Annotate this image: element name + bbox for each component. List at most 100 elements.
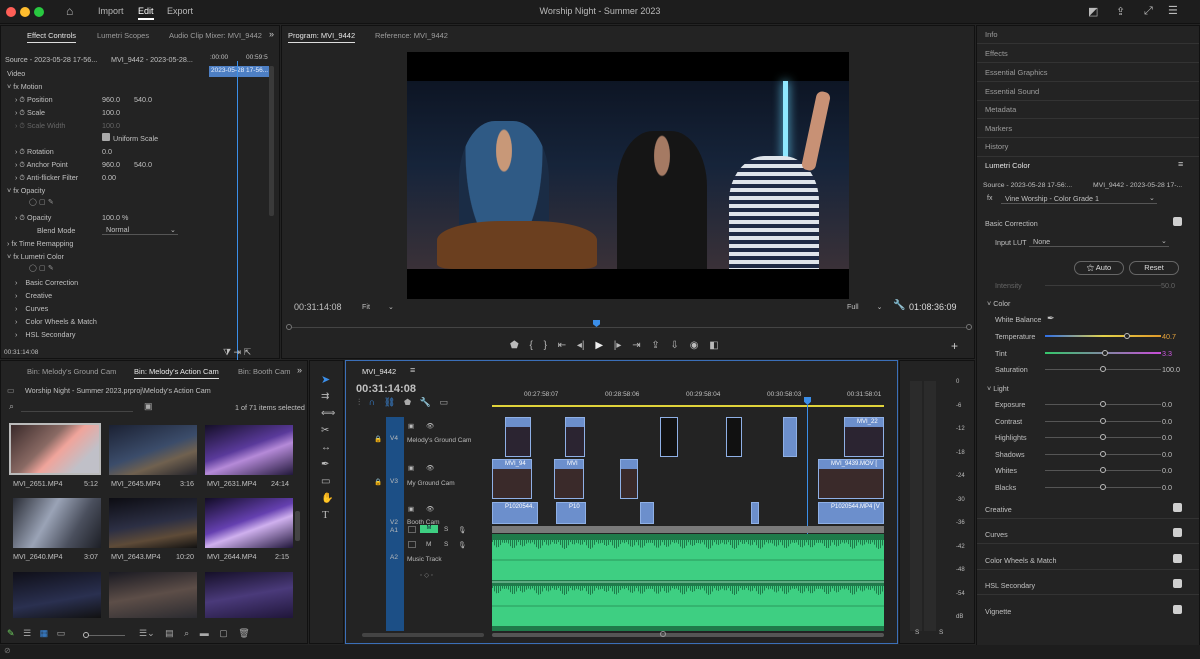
scrubber-end[interactable]	[966, 324, 972, 330]
clip-v2[interactable]	[640, 502, 654, 524]
audio-clip-a2[interactable]	[492, 534, 884, 631]
stopwatch-icon[interactable]: › ⏱	[15, 213, 27, 222]
freeform-view-icon[interactable]: ▭	[57, 628, 66, 638]
scrubber-bar[interactable]	[292, 327, 966, 328]
slip-tool-icon[interactable]: ↔	[321, 442, 331, 453]
nest-icon[interactable]: ⫶	[358, 397, 360, 407]
light-slider-knob[interactable]	[1100, 483, 1106, 490]
timeline-scrollbar[interactable]	[492, 633, 884, 637]
temperature-slider[interactable]	[1045, 335, 1161, 337]
eye-icon[interactable]: 👁	[426, 505, 434, 513]
curves-header[interactable]: Curves	[985, 530, 1008, 539]
track-id-v3[interactable]: V3	[390, 478, 398, 485]
preset-dropdown[interactable]: Vine Worship - Color Grade 1 ⌄	[1001, 192, 1157, 204]
zoom-slider[interactable]	[85, 635, 125, 636]
hsl-secondary-checkbox[interactable]	[1173, 579, 1182, 588]
stopwatch-icon[interactable]: › ⏱	[15, 95, 27, 104]
clip-name[interactable]: MVI_2631.MP4	[207, 479, 257, 488]
source-dropdown[interactable]: Source - 2023-05-28 17-56...	[5, 55, 97, 64]
sort-icon[interactable]: ☰⌄	[139, 628, 155, 638]
sync-lock-icon[interactable]	[408, 541, 416, 548]
step-forward-icon[interactable]: |▸	[614, 340, 622, 351]
clip-thumbnail[interactable]	[13, 572, 101, 618]
light-slider-value[interactable]: 0.0	[1162, 400, 1172, 409]
rectangle-tool-icon[interactable]: ▭	[321, 476, 330, 487]
ec-hsl-secondary[interactable]: › HSL Secondary	[15, 330, 75, 339]
sync-lock-icon[interactable]: ▣	[408, 422, 414, 430]
mini-playhead[interactable]	[237, 61, 238, 361]
position-x-value[interactable]: 960.0	[102, 95, 120, 104]
clip-thumbnail[interactable]	[205, 572, 293, 618]
scrubber-start[interactable]	[286, 324, 292, 330]
motion-effect[interactable]: ˅ fx Motion	[7, 82, 42, 91]
clip-thumbnail[interactable]	[109, 498, 197, 548]
eyedropper-icon[interactable]: ✒	[1047, 313, 1055, 324]
timeline-settings-icon[interactable]: 🔧	[420, 397, 431, 407]
linked-selection-icon[interactable]: ⛓	[384, 397, 395, 407]
eye-icon[interactable]: 👁	[426, 422, 434, 430]
pen-tool-icon[interactable]: ✒	[321, 459, 329, 470]
bin-scrollbar[interactable]	[295, 511, 300, 541]
add-button-icon[interactable]: +	[951, 339, 958, 353]
sync-lock-icon[interactable]	[408, 526, 416, 533]
captions-icon[interactable]: ▭	[440, 397, 449, 407]
clip-name[interactable]: MVI_2651.MP4	[13, 479, 63, 488]
time-ruler[interactable]: 00:27:58:07 00:28:58:06 00:29:58:04 00:3…	[492, 387, 884, 407]
mute-button-a2[interactable]: M	[426, 541, 431, 548]
mark-out-icon[interactable]: }	[544, 340, 547, 351]
anchor-x-value[interactable]: 960.0	[102, 160, 120, 169]
track-header-scrollbar[interactable]	[362, 633, 484, 637]
search-icon[interactable]: ⌕	[9, 401, 14, 412]
lumetri-effect[interactable]: ˅ fx Lumetri Color	[7, 252, 64, 261]
track-id-v4[interactable]: V4	[390, 435, 398, 442]
color-wheels-checkbox[interactable]	[1173, 554, 1182, 563]
clip-thumbnail[interactable]	[205, 498, 293, 548]
add-marker-icon[interactable]: ⬟	[404, 397, 412, 407]
input-lut-dropdown[interactable]: None ⌄	[1029, 235, 1169, 247]
track-id-a2[interactable]: A2	[390, 554, 398, 561]
light-slider-value[interactable]: 0.0	[1162, 466, 1172, 475]
zoom-handle[interactable]	[660, 631, 666, 637]
go-to-out-icon[interactable]: ⇥	[632, 340, 640, 351]
clip-v3[interactable]	[620, 459, 638, 499]
mask-tools[interactable]: ◯ ▢ ✎	[29, 197, 54, 206]
comparison-view-icon[interactable]: ◧	[709, 340, 718, 351]
clip-name[interactable]: MVI_2640.MP4	[13, 552, 63, 561]
temperature-knob[interactable]	[1124, 333, 1130, 339]
lumetri-clip[interactable]: MVI_9442 - 2023-05-28 17-...	[1093, 182, 1182, 189]
scale-value[interactable]: 100.0	[102, 108, 120, 117]
fit-dropdown[interactable]: Fit ⌄	[362, 302, 394, 311]
track-select-icon[interactable]: ⇉	[321, 391, 329, 402]
ec-scrollbar[interactable]	[269, 66, 274, 216]
light-slider-knob[interactable]	[1100, 401, 1106, 407]
trash-icon[interactable]: 🗑	[238, 628, 249, 638]
panel-menu-icon[interactable]: ≡	[1178, 159, 1183, 169]
light-slider-value[interactable]: 0.0	[1162, 450, 1172, 459]
vignette-header[interactable]: Vignette	[985, 607, 1011, 616]
panel-info[interactable]: Info	[985, 30, 998, 39]
solo-button-a1[interactable]: S	[444, 526, 448, 533]
mini-timeline-clip[interactable]: 2023-05-28 17-56...	[209, 66, 269, 77]
share-icon[interactable]: ⇪	[1116, 5, 1125, 18]
color-wheels-header[interactable]: Color Wheels & Match	[985, 556, 1057, 565]
saturation-value[interactable]: 100.0	[1162, 365, 1180, 374]
light-slider-value[interactable]: 0.0	[1162, 417, 1172, 426]
clip-a1[interactable]	[492, 526, 884, 533]
go-to-in-icon[interactable]: ⇤	[558, 340, 566, 351]
clip-v4[interactable]	[726, 417, 742, 457]
panel-essential-sound[interactable]: Essential Sound	[985, 87, 1039, 96]
timeline-tab[interactable]: MVI_9442	[362, 367, 396, 376]
vignette-checkbox[interactable]	[1173, 605, 1182, 614]
tab-audio-clip-mixer[interactable]: Audio Clip Mixer: MVI_9442	[169, 31, 262, 40]
playhead-marker[interactable]	[593, 320, 600, 327]
clip-v3[interactable]: MVI_9439.MOV [	[818, 459, 884, 499]
basic-correction-header[interactable]: Basic Correction	[985, 219, 1038, 228]
opacity-effect[interactable]: ˅ fx Opacity	[7, 186, 45, 195]
lumetri-panel-title[interactable]: Lumetri Color	[985, 161, 1030, 170]
clip-thumbnail[interactable]	[9, 423, 101, 475]
time-remapping-effect[interactable]: › fx Time Remapping	[7, 239, 73, 248]
rotation-value[interactable]: 0.0	[102, 147, 112, 156]
clip-v2[interactable]	[751, 502, 759, 524]
light-slider-knob[interactable]	[1100, 467, 1106, 473]
clip-thumbnail[interactable]	[205, 425, 293, 475]
